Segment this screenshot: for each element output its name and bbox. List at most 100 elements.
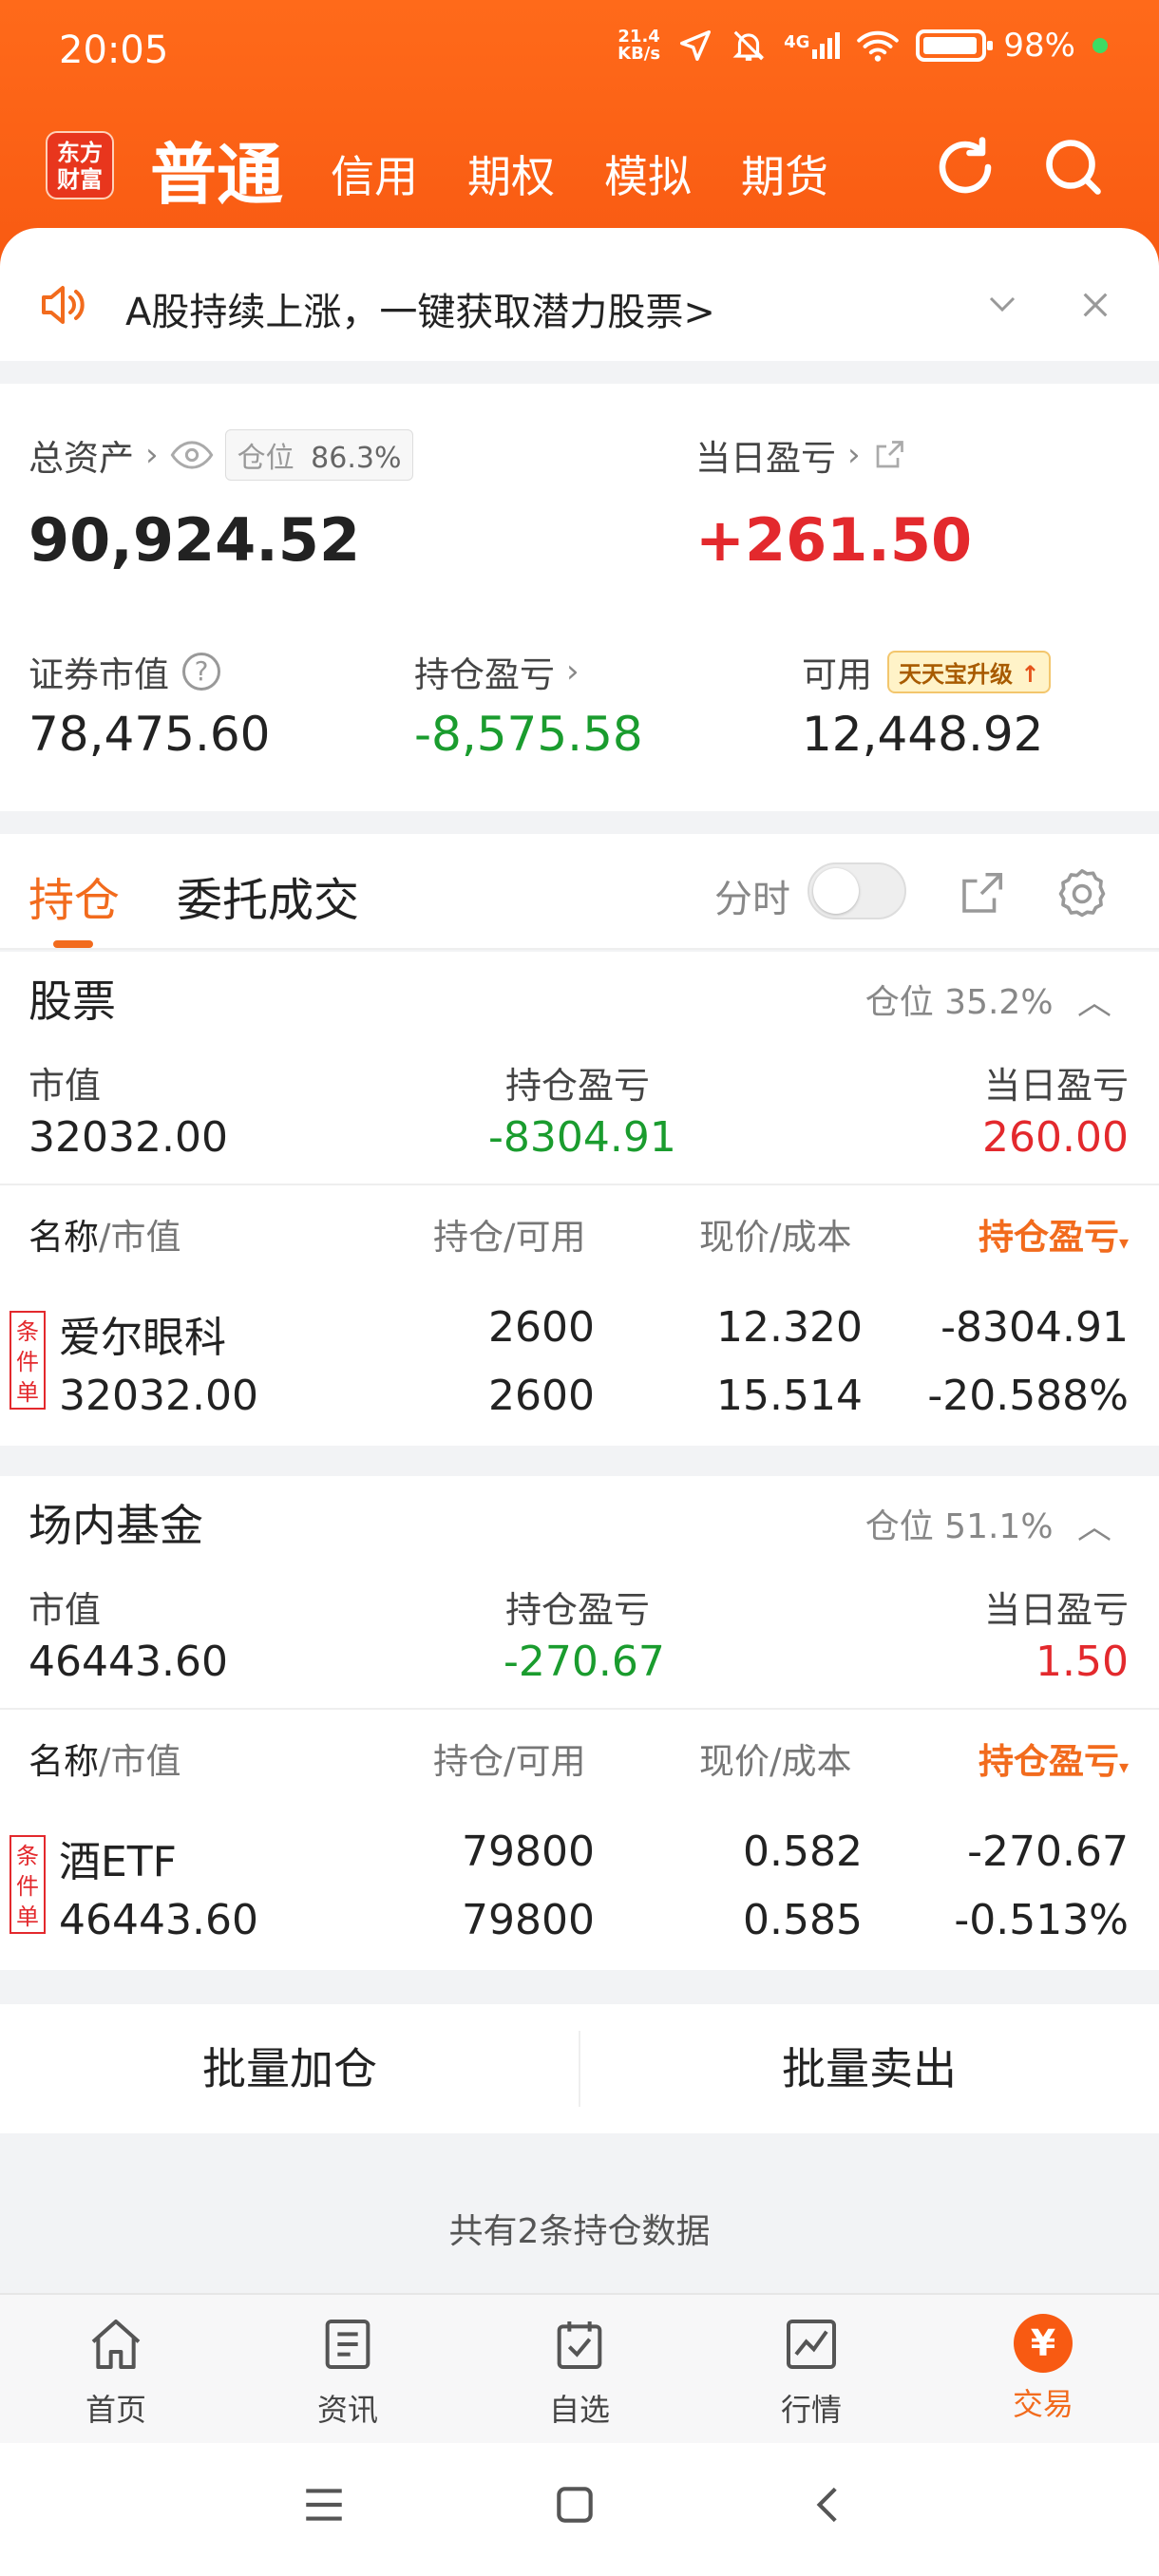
condition-order-tag[interactable]: 条件单 [10,1835,46,1934]
news-icon [325,2320,370,2369]
search-icon[interactable] [1039,133,1108,201]
available-value: 12,448.92 [802,707,1044,762]
table-row[interactable]: 条件单 爱尔眼科 32032.00 2600 2600 12.320 15.51… [0,1294,1159,1436]
nav-news[interactable]: 资讯 [281,2314,414,2430]
header-pl[interactable]: 持仓盈亏▾ [978,1208,1129,1260]
app-header: 20:05 21.4 KB/s 4G 98% 东方 财富 普通 信用 期权 模拟… [0,0,1159,266]
header-qty[interactable]: 持仓/可用 [433,1733,585,1784]
chevron-down-icon[interactable] [982,287,1022,321]
app-logo[interactable]: 东方 财富 [46,131,114,199]
funds-section: 场内基金 仓位 51.1% ︿ 市值 持仓盈亏 当日盈亏 46443.60 -2… [0,1476,1159,1970]
nav-market[interactable]: 行情 [745,2314,878,2430]
market-value-header: 证券市值 ? [28,646,220,697]
security-name: 酒ETF [59,1838,177,1886]
chevron-right-icon: › [566,653,580,691]
help-icon[interactable]: ? [182,653,220,691]
gear-icon[interactable] [1054,866,1110,921]
section-position[interactable]: 仓位 51.1% ︿ [865,1499,1112,1548]
batch-sell-button[interactable]: 批量卖出 [580,2004,1159,2133]
tab-credit[interactable]: 信用 [331,142,418,205]
chevron-right-icon: › [145,436,159,474]
nav-watchlist[interactable]: 自选 [513,2314,646,2430]
row-pl-pct: -20.588% [927,1372,1129,1420]
network-type-label: 4G [784,32,810,52]
bottom-nav: 首页 资讯 自选 行情 ¥ 交易 [0,2293,1159,2443]
refresh-icon[interactable] [931,133,999,201]
active-tab-indicator [53,940,93,948]
upgrade-badge[interactable]: 天天宝升级 ↑ [887,650,1052,693]
asset-summary: 总资产 › 仓位 86.3% 90,924.52 当日盈亏 › +261.50 … [0,384,1159,811]
banner-text[interactable]: A股持续上涨，一键获取潜力股票> [125,281,715,336]
summary-daily-pl: 260.00 [982,1113,1129,1162]
eye-icon[interactable] [170,441,214,469]
holding-qty: 79800 [462,1828,595,1876]
menu-icon[interactable] [300,2481,348,2529]
tab-orders[interactable]: 委托成交 [177,862,359,929]
condition-order-tag[interactable]: 条件单 [10,1311,46,1410]
header-qty[interactable]: 持仓/可用 [433,1208,585,1260]
location-icon [680,30,712,61]
header-name: 名称/市值 [28,1741,181,1782]
back-icon[interactable] [806,2481,853,2529]
cellular-signal-icon: 4G [784,32,841,59]
sort-icon: ▾ [1118,1231,1129,1254]
chevron-up-icon: ︿ [1076,983,1112,1022]
mute-bell-icon [732,30,765,61]
current-price: 12.320 [716,1303,863,1352]
nav-trade[interactable]: ¥ 交易 [977,2314,1110,2424]
available-qty: 79800 [462,1896,595,1944]
section-position[interactable]: 仓位 35.2% ︿ [865,975,1112,1024]
share-icon[interactable] [872,438,906,472]
tab-simulation[interactable]: 模拟 [604,142,692,205]
fenshi-toggle[interactable] [808,862,906,919]
holding-pl-label: 持仓盈亏 [414,654,555,695]
security-value: 32032.00 [59,1372,258,1420]
holding-pl-header[interactable]: 持仓盈亏 › [414,646,580,697]
clock: 20:05 [59,28,169,72]
summary-market-value: 32032.00 [28,1113,228,1162]
tab-holdings[interactable]: 持仓 [28,862,120,929]
market-value: 78,475.60 [28,707,271,762]
chevron-right-icon: › [847,436,861,474]
holdings-tabbar: 持仓 委托成交 分时 [0,834,1159,950]
divider [0,1184,1159,1185]
promo-banner[interactable]: A股持续上涨，一键获取潜力股票> [0,228,1159,361]
fenshi-label: 分时 [714,878,790,921]
stocks-section: 股票 仓位 35.2% ︿ 市值 持仓盈亏 当日盈亏 32032.00 -830… [0,952,1159,1446]
summary-market-value: 46443.60 [28,1638,228,1686]
available-header: 可用 天天宝升级 ↑ [802,646,1052,697]
total-holdings-text: 共有2条持仓数据 [448,2212,711,2251]
tab-normal[interactable]: 普通 [150,122,283,218]
share-icon[interactable] [956,868,1007,919]
nav-home[interactable]: 首页 [49,2314,182,2430]
arrow-up-icon: ↑ [1020,660,1040,688]
status-dot [1092,38,1108,53]
summary-label: 当日盈亏 [983,1065,1129,1107]
close-icon[interactable] [1079,289,1112,321]
tab-options[interactable]: 期权 [467,142,555,205]
header-pl[interactable]: 持仓盈亏▾ [978,1733,1129,1784]
summary-label: 持仓盈亏 [505,1589,651,1631]
header-name: 名称/市值 [28,1217,181,1258]
section-title: 股票 [28,975,116,1027]
total-assets-header[interactable]: 总资产 › 仓位 86.3% [28,429,414,481]
current-price: 0.582 [743,1828,863,1876]
daily-pl-header[interactable]: 当日盈亏 › [695,429,906,481]
home-square-icon[interactable] [551,2481,598,2529]
battery-percent: 98% [1003,27,1075,65]
speaker-icon [42,286,85,324]
header-price[interactable]: 现价/成本 [699,1208,851,1260]
table-row[interactable]: 条件单 酒ETF 46443.60 79800 79800 0.582 0.58… [0,1818,1159,1960]
tab-futures[interactable]: 期货 [741,142,828,205]
yuan-icon: ¥ [1014,2314,1073,2373]
chart-icon [787,2320,836,2369]
section-title: 场内基金 [28,1500,203,1551]
sort-icon: ▾ [1118,1755,1129,1778]
daily-pl-value: +261.50 [695,505,973,575]
batch-add-button[interactable]: 批量加仓 [0,2004,580,2133]
security-value: 46443.60 [59,1896,258,1944]
system-nav-bar [0,2443,1159,2576]
row-pl-pct: -0.513% [954,1896,1129,1944]
header-price[interactable]: 现价/成本 [699,1733,851,1784]
row-pl: -270.67 [967,1828,1129,1876]
